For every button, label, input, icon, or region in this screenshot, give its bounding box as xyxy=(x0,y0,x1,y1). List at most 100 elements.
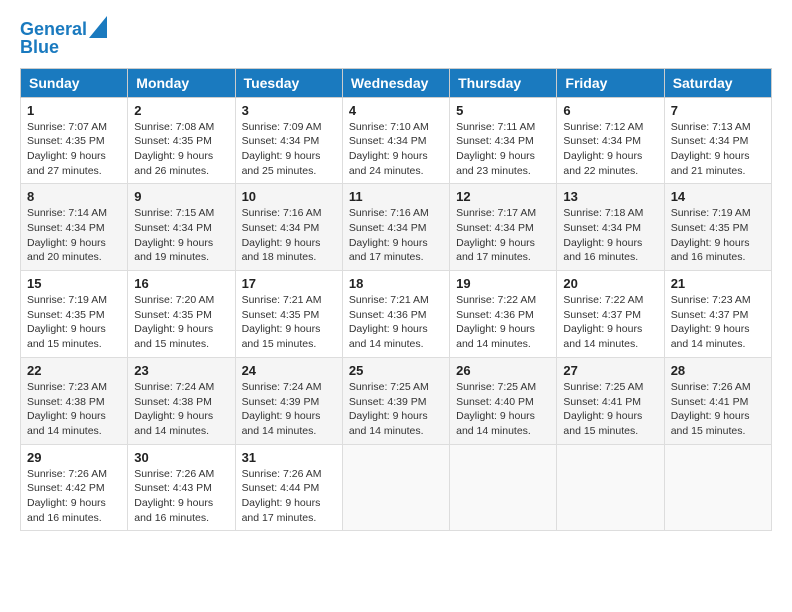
page-header: General Blue xyxy=(20,20,772,58)
day-number: 19 xyxy=(456,276,550,291)
calendar-week-2: 8 Sunrise: 7:14 AMSunset: 4:34 PMDayligh… xyxy=(21,184,772,271)
calendar-week-5: 29 Sunrise: 7:26 AMSunset: 4:42 PMDaylig… xyxy=(21,444,772,531)
day-number: 11 xyxy=(349,189,443,204)
day-number: 25 xyxy=(349,363,443,378)
calendar-cell: 23 Sunrise: 7:24 AMSunset: 4:38 PMDaylig… xyxy=(128,357,235,444)
day-info: Sunrise: 7:23 AMSunset: 4:37 PMDaylight:… xyxy=(671,294,751,350)
day-number: 13 xyxy=(563,189,657,204)
calendar-cell: 21 Sunrise: 7:23 AMSunset: 4:37 PMDaylig… xyxy=(664,271,771,358)
day-info: Sunrise: 7:23 AMSunset: 4:38 PMDaylight:… xyxy=(27,381,107,437)
calendar-cell: 5 Sunrise: 7:11 AMSunset: 4:34 PMDayligh… xyxy=(450,97,557,184)
day-info: Sunrise: 7:21 AMSunset: 4:36 PMDaylight:… xyxy=(349,294,429,350)
calendar-cell: 7 Sunrise: 7:13 AMSunset: 4:34 PMDayligh… xyxy=(664,97,771,184)
day-number: 27 xyxy=(563,363,657,378)
day-info: Sunrise: 7:25 AMSunset: 4:41 PMDaylight:… xyxy=(563,381,643,437)
calendar-cell: 19 Sunrise: 7:22 AMSunset: 4:36 PMDaylig… xyxy=(450,271,557,358)
day-number: 28 xyxy=(671,363,765,378)
calendar-cell: 6 Sunrise: 7:12 AMSunset: 4:34 PMDayligh… xyxy=(557,97,664,184)
day-number: 5 xyxy=(456,103,550,118)
day-number: 6 xyxy=(563,103,657,118)
calendar-cell: 3 Sunrise: 7:09 AMSunset: 4:34 PMDayligh… xyxy=(235,97,342,184)
day-number: 17 xyxy=(242,276,336,291)
calendar-cell: 8 Sunrise: 7:14 AMSunset: 4:34 PMDayligh… xyxy=(21,184,128,271)
day-info: Sunrise: 7:12 AMSunset: 4:34 PMDaylight:… xyxy=(563,121,643,177)
logo-icon xyxy=(89,16,107,38)
calendar-cell: 30 Sunrise: 7:26 AMSunset: 4:43 PMDaylig… xyxy=(128,444,235,531)
column-header-sunday: Sunday xyxy=(21,68,128,97)
day-info: Sunrise: 7:26 AMSunset: 4:41 PMDaylight:… xyxy=(671,381,751,437)
calendar-table: SundayMondayTuesdayWednesdayThursdayFrid… xyxy=(20,68,772,532)
day-info: Sunrise: 7:24 AMSunset: 4:38 PMDaylight:… xyxy=(134,381,214,437)
calendar-cell: 25 Sunrise: 7:25 AMSunset: 4:39 PMDaylig… xyxy=(342,357,449,444)
day-info: Sunrise: 7:17 AMSunset: 4:34 PMDaylight:… xyxy=(456,207,536,263)
day-number: 7 xyxy=(671,103,765,118)
day-info: Sunrise: 7:26 AMSunset: 4:44 PMDaylight:… xyxy=(242,468,322,524)
calendar-cell: 29 Sunrise: 7:26 AMSunset: 4:42 PMDaylig… xyxy=(21,444,128,531)
calendar-cell: 18 Sunrise: 7:21 AMSunset: 4:36 PMDaylig… xyxy=(342,271,449,358)
day-number: 3 xyxy=(242,103,336,118)
logo: General Blue xyxy=(20,20,107,58)
day-number: 8 xyxy=(27,189,121,204)
calendar-cell: 20 Sunrise: 7:22 AMSunset: 4:37 PMDaylig… xyxy=(557,271,664,358)
day-info: Sunrise: 7:22 AMSunset: 4:36 PMDaylight:… xyxy=(456,294,536,350)
day-info: Sunrise: 7:19 AMSunset: 4:35 PMDaylight:… xyxy=(27,294,107,350)
day-info: Sunrise: 7:22 AMSunset: 4:37 PMDaylight:… xyxy=(563,294,643,350)
calendar-cell: 15 Sunrise: 7:19 AMSunset: 4:35 PMDaylig… xyxy=(21,271,128,358)
day-number: 24 xyxy=(242,363,336,378)
day-info: Sunrise: 7:25 AMSunset: 4:40 PMDaylight:… xyxy=(456,381,536,437)
calendar-cell: 11 Sunrise: 7:16 AMSunset: 4:34 PMDaylig… xyxy=(342,184,449,271)
day-number: 2 xyxy=(134,103,228,118)
day-number: 30 xyxy=(134,450,228,465)
column-header-friday: Friday xyxy=(557,68,664,97)
day-info: Sunrise: 7:18 AMSunset: 4:34 PMDaylight:… xyxy=(563,207,643,263)
day-number: 4 xyxy=(349,103,443,118)
calendar-week-3: 15 Sunrise: 7:19 AMSunset: 4:35 PMDaylig… xyxy=(21,271,772,358)
day-number: 21 xyxy=(671,276,765,291)
day-info: Sunrise: 7:07 AMSunset: 4:35 PMDaylight:… xyxy=(27,121,107,177)
day-info: Sunrise: 7:11 AMSunset: 4:34 PMDaylight:… xyxy=(456,121,535,177)
day-info: Sunrise: 7:24 AMSunset: 4:39 PMDaylight:… xyxy=(242,381,322,437)
calendar-cell: 14 Sunrise: 7:19 AMSunset: 4:35 PMDaylig… xyxy=(664,184,771,271)
calendar-cell: 13 Sunrise: 7:18 AMSunset: 4:34 PMDaylig… xyxy=(557,184,664,271)
calendar-cell: 9 Sunrise: 7:15 AMSunset: 4:34 PMDayligh… xyxy=(128,184,235,271)
column-header-saturday: Saturday xyxy=(664,68,771,97)
logo-blue-text: Blue xyxy=(20,38,59,58)
day-info: Sunrise: 7:26 AMSunset: 4:43 PMDaylight:… xyxy=(134,468,214,524)
day-number: 18 xyxy=(349,276,443,291)
calendar-cell: 4 Sunrise: 7:10 AMSunset: 4:34 PMDayligh… xyxy=(342,97,449,184)
column-header-monday: Monday xyxy=(128,68,235,97)
day-info: Sunrise: 7:20 AMSunset: 4:35 PMDaylight:… xyxy=(134,294,214,350)
day-number: 29 xyxy=(27,450,121,465)
day-number: 23 xyxy=(134,363,228,378)
day-number: 14 xyxy=(671,189,765,204)
calendar-cell: 28 Sunrise: 7:26 AMSunset: 4:41 PMDaylig… xyxy=(664,357,771,444)
day-info: Sunrise: 7:19 AMSunset: 4:35 PMDaylight:… xyxy=(671,207,751,263)
calendar-cell xyxy=(342,444,449,531)
day-number: 22 xyxy=(27,363,121,378)
calendar-week-1: 1 Sunrise: 7:07 AMSunset: 4:35 PMDayligh… xyxy=(21,97,772,184)
day-info: Sunrise: 7:16 AMSunset: 4:34 PMDaylight:… xyxy=(349,207,429,263)
day-number: 9 xyxy=(134,189,228,204)
calendar-cell xyxy=(664,444,771,531)
day-number: 16 xyxy=(134,276,228,291)
day-info: Sunrise: 7:08 AMSunset: 4:35 PMDaylight:… xyxy=(134,121,214,177)
column-header-thursday: Thursday xyxy=(450,68,557,97)
day-info: Sunrise: 7:10 AMSunset: 4:34 PMDaylight:… xyxy=(349,121,429,177)
calendar-cell: 31 Sunrise: 7:26 AMSunset: 4:44 PMDaylig… xyxy=(235,444,342,531)
day-info: Sunrise: 7:14 AMSunset: 4:34 PMDaylight:… xyxy=(27,207,107,263)
day-info: Sunrise: 7:25 AMSunset: 4:39 PMDaylight:… xyxy=(349,381,429,437)
column-header-wednesday: Wednesday xyxy=(342,68,449,97)
column-header-tuesday: Tuesday xyxy=(235,68,342,97)
calendar-cell: 17 Sunrise: 7:21 AMSunset: 4:35 PMDaylig… xyxy=(235,271,342,358)
calendar-cell: 2 Sunrise: 7:08 AMSunset: 4:35 PMDayligh… xyxy=(128,97,235,184)
day-number: 26 xyxy=(456,363,550,378)
calendar-cell: 12 Sunrise: 7:17 AMSunset: 4:34 PMDaylig… xyxy=(450,184,557,271)
day-number: 15 xyxy=(27,276,121,291)
day-info: Sunrise: 7:09 AMSunset: 4:34 PMDaylight:… xyxy=(242,121,322,177)
calendar-week-4: 22 Sunrise: 7:23 AMSunset: 4:38 PMDaylig… xyxy=(21,357,772,444)
day-number: 1 xyxy=(27,103,121,118)
calendar-cell: 16 Sunrise: 7:20 AMSunset: 4:35 PMDaylig… xyxy=(128,271,235,358)
day-info: Sunrise: 7:26 AMSunset: 4:42 PMDaylight:… xyxy=(27,468,107,524)
calendar-cell: 26 Sunrise: 7:25 AMSunset: 4:40 PMDaylig… xyxy=(450,357,557,444)
day-info: Sunrise: 7:13 AMSunset: 4:34 PMDaylight:… xyxy=(671,121,751,177)
